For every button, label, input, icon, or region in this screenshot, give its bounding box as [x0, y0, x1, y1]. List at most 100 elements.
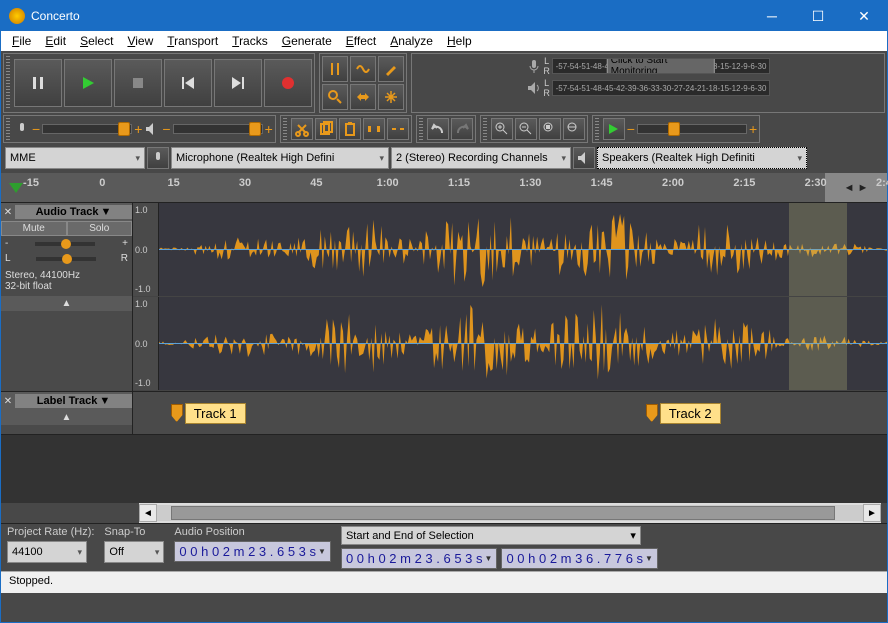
- mute-button[interactable]: Mute: [1, 221, 67, 236]
- transport-toolbar: [3, 53, 315, 113]
- title-bar: Concerto ─ ☐ ✕: [1, 1, 887, 31]
- menu-effect[interactable]: Effect: [339, 34, 383, 48]
- track-collapse-button[interactable]: ▲: [1, 296, 132, 311]
- selection-mode-combo[interactable]: Start and End of Selection▾: [341, 526, 641, 545]
- menu-help[interactable]: Help: [440, 34, 479, 48]
- timeline-ruler[interactable]: ◄ ► -1501530451:001:151:301:452:002:152:…: [1, 173, 887, 203]
- cut-button[interactable]: [291, 118, 313, 140]
- track-collapse-button[interactable]: ▲: [1, 410, 132, 425]
- solo-button[interactable]: Solo: [67, 221, 133, 236]
- timeline-tick: 1:00: [377, 177, 399, 189]
- output-device-combo[interactable]: Speakers (Realtek High Definiti▾: [597, 147, 807, 169]
- play-volume-slider[interactable]: [173, 124, 263, 134]
- track-close-button[interactable]: ✕: [1, 396, 15, 407]
- timeline-tick: 2:15: [733, 177, 755, 189]
- multi-tool[interactable]: [378, 84, 404, 110]
- fit-project-button[interactable]: [563, 118, 585, 140]
- monitor-tooltip[interactable]: Click to Start Monitoring: [607, 58, 715, 74]
- timeline-tick: -15: [23, 177, 39, 189]
- record-meter[interactable]: LR -57-54-51-48-45-42-39-36-33-30-27-24-…: [411, 53, 885, 113]
- menu-select[interactable]: Select: [73, 34, 120, 48]
- close-button[interactable]: ✕: [841, 1, 887, 31]
- timeline-tick: 30: [239, 177, 251, 189]
- record-button[interactable]: [264, 59, 312, 107]
- project-rate-label: Project Rate (Hz):: [7, 526, 94, 538]
- gain-slider[interactable]: [35, 242, 95, 246]
- channels-combo[interactable]: 2 (Stereo) Recording Channels▾: [391, 147, 571, 169]
- skip-end-button[interactable]: [214, 59, 262, 107]
- playhead-icon[interactable]: [9, 183, 23, 193]
- menu-transport[interactable]: Transport: [160, 34, 225, 48]
- skip-start-button[interactable]: [164, 59, 212, 107]
- selection-region[interactable]: [789, 203, 847, 296]
- horizontal-scrollbar[interactable]: ◄ ►: [139, 503, 881, 523]
- tools-toolbar: [319, 53, 407, 113]
- paste-button[interactable]: [339, 118, 361, 140]
- label-pin-icon[interactable]: [171, 404, 183, 422]
- stop-button[interactable]: [114, 59, 162, 107]
- snap-to-label: Snap-To: [104, 526, 164, 538]
- play-at-speed-button[interactable]: [603, 118, 625, 140]
- scroll-left-button[interactable]: ◄: [139, 504, 157, 522]
- play-speed-toolbar: − +: [592, 115, 760, 143]
- zoom-tool[interactable]: [322, 84, 348, 110]
- label-text[interactable]: Track 1: [185, 403, 246, 424]
- timeline-tick: 1:30: [519, 177, 541, 189]
- undo-button[interactable]: [427, 118, 449, 140]
- trim-button[interactable]: [363, 118, 385, 140]
- input-device-combo[interactable]: Microphone (Realtek High Defini▾: [171, 147, 389, 169]
- timeline-tick: 0: [99, 177, 105, 189]
- draw-tool[interactable]: [378, 56, 404, 82]
- label-text[interactable]: Track 2: [660, 403, 721, 424]
- fit-selection-button[interactable]: [539, 118, 561, 140]
- menu-tracks[interactable]: Tracks: [225, 34, 275, 48]
- label-marker[interactable]: Track 1: [171, 403, 246, 424]
- track-name-dropdown[interactable]: Label Track ▼: [15, 394, 132, 408]
- selection-toolbar: Project Rate (Hz): 44100▾ Snap-To Off▾ A…: [1, 523, 887, 571]
- selection-tool[interactable]: [322, 56, 348, 82]
- menu-generate[interactable]: Generate: [275, 34, 339, 48]
- audio-track-waveform[interactable]: 1.00.0-1.0 1.00.0-1.0: [133, 203, 887, 391]
- play-button[interactable]: [64, 59, 112, 107]
- timeline-tick: 2:00: [662, 177, 684, 189]
- project-rate-combo[interactable]: 44100▾: [7, 541, 87, 563]
- timeshift-tool[interactable]: [350, 84, 376, 110]
- play-speed-slider[interactable]: [637, 124, 747, 134]
- label-track-content[interactable]: Track 1 Track 2: [133, 392, 887, 434]
- menu-view[interactable]: View: [120, 34, 160, 48]
- zoom-out-button[interactable]: [515, 118, 537, 140]
- selection-end-field[interactable]: 0 0 h 0 2 m 3 6 . 7 7 6 s▼: [501, 548, 658, 569]
- output-device-icon: [573, 147, 595, 169]
- selection-start-field[interactable]: 0 0 h 0 2 m 2 3 . 6 5 3 s▼: [341, 548, 498, 569]
- audio-position-field[interactable]: 0 0 h 0 2 m 2 3 . 6 5 3 s▼: [174, 541, 331, 562]
- minimize-button[interactable]: ─: [749, 1, 795, 31]
- copy-button[interactable]: [315, 118, 337, 140]
- audio-position-label: Audio Position: [174, 526, 331, 538]
- record-volume-slider[interactable]: [42, 124, 132, 134]
- track-close-button[interactable]: ✕: [1, 207, 15, 218]
- redo-button[interactable]: [451, 118, 473, 140]
- audio-host-combo[interactable]: MME▾: [5, 147, 145, 169]
- menu-edit[interactable]: Edit: [38, 34, 73, 48]
- speaker-icon: [144, 121, 160, 137]
- pause-button[interactable]: [14, 59, 62, 107]
- timeline-tick: 45: [310, 177, 322, 189]
- track-name-dropdown[interactable]: Audio Track ▼: [15, 205, 132, 219]
- audio-track-panel: ✕ Audio Track ▼ Mute Solo -+ LR Stereo, …: [1, 203, 133, 391]
- label-pin-icon[interactable]: [646, 404, 658, 422]
- scroll-right-button[interactable]: ►: [863, 504, 881, 522]
- maximize-button[interactable]: ☐: [795, 1, 841, 31]
- track-format-label: Stereo, 44100Hz: [5, 270, 128, 281]
- silence-button[interactable]: [387, 118, 409, 140]
- menu-analyze[interactable]: Analyze: [383, 34, 440, 48]
- menu-file[interactable]: File: [5, 34, 38, 48]
- label-marker[interactable]: Track 2: [646, 403, 721, 424]
- snap-to-combo[interactable]: Off▾: [104, 541, 164, 563]
- envelope-tool[interactable]: [350, 56, 376, 82]
- label-track: ✕ Label Track ▼ ▲ Track 1 Track 2: [1, 392, 887, 435]
- tracks-area: ✕ Audio Track ▼ Mute Solo -+ LR Stereo, …: [1, 203, 887, 503]
- zoom-in-button[interactable]: [491, 118, 513, 140]
- pan-slider[interactable]: [36, 257, 96, 261]
- speaker-icon: [526, 80, 542, 96]
- audio-track: ✕ Audio Track ▼ Mute Solo -+ LR Stereo, …: [1, 203, 887, 392]
